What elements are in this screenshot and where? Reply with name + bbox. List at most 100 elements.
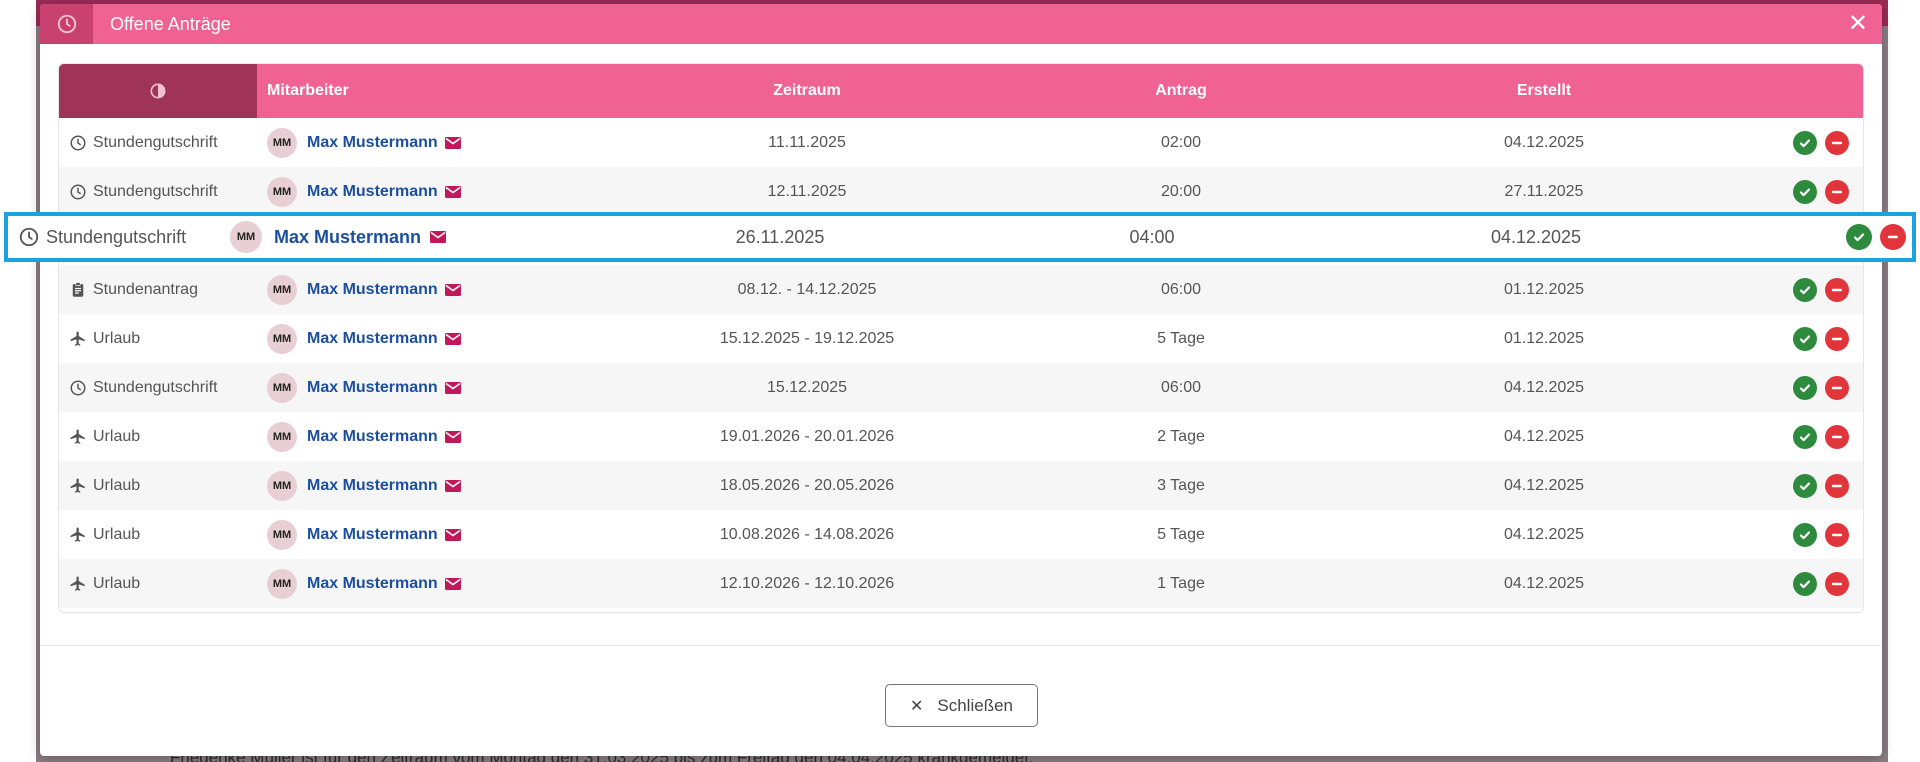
- employee-cell: MM Max Mustermann: [257, 470, 597, 501]
- approve-button[interactable]: [1793, 326, 1817, 351]
- row-actions: [1754, 224, 1912, 250]
- employee-cell: MM Max Mustermann: [226, 221, 574, 253]
- approve-button[interactable]: [1793, 179, 1817, 204]
- row-actions: [1743, 277, 1863, 302]
- table-row[interactable]: Stundengutschrift MM Max Mustermann 15.12.2…: [59, 363, 1863, 412]
- mail-icon[interactable]: [444, 528, 461, 541]
- approve-button[interactable]: [1793, 424, 1817, 449]
- employee-link[interactable]: Max Mustermann: [307, 428, 438, 446]
- reject-button[interactable]: [1825, 424, 1849, 449]
- table-row[interactable]: Stundengutschrift MM Max Mustermann 12.11.2…: [59, 167, 1863, 216]
- employee-link[interactable]: Max Mustermann: [307, 281, 438, 299]
- employee-link[interactable]: Max Mustermann: [307, 379, 438, 397]
- avatar: MM: [267, 176, 297, 207]
- employee-link[interactable]: Max Mustermann: [307, 526, 438, 544]
- approve-button[interactable]: [1793, 473, 1817, 498]
- created-cell: 04.12.2025: [1503, 133, 1585, 151]
- table-row[interactable]: Urlaub MM Max Mustermann 19.01.2026 - 20.01…: [59, 412, 1863, 461]
- created-cell: 01.12.2025: [1503, 280, 1585, 298]
- sort-toggle-icon[interactable]: [59, 64, 257, 118]
- request-amount-cell: 04:00: [1129, 226, 1175, 247]
- period-cell: 15.12.2025: [766, 378, 848, 396]
- approve-button[interactable]: [1793, 522, 1817, 547]
- header-employee[interactable]: Mitarbeiter: [257, 82, 597, 100]
- mail-icon[interactable]: [444, 577, 461, 590]
- request-amount-cell: 06:00: [1160, 280, 1202, 298]
- clock-icon: [69, 183, 87, 201]
- table-body: Stundengutschrift MM Max Mustermann 11.11.2…: [59, 118, 1863, 608]
- reject-button[interactable]: [1825, 571, 1849, 596]
- request-amount-cell: 02:00: [1160, 133, 1202, 151]
- employee-cell: MM Max Mustermann: [257, 519, 597, 550]
- requests-table: Mitarbeiter Zeitraum Antrag Erstellt Stu…: [58, 63, 1864, 613]
- approve-button[interactable]: [1846, 224, 1872, 250]
- request-amount-cell: 06:00: [1160, 378, 1202, 396]
- mail-icon[interactable]: [444, 430, 461, 443]
- table-row[interactable]: Urlaub MM Max Mustermann 15.12.2025 - 19.12…: [59, 314, 1863, 363]
- employee-cell: MM Max Mustermann: [257, 568, 597, 599]
- header-period[interactable]: Zeitraum: [597, 82, 1017, 100]
- avatar: MM: [267, 127, 297, 158]
- employee-cell: MM Max Mustermann: [257, 176, 597, 207]
- request-type-label: Urlaub: [93, 329, 141, 347]
- table-row[interactable]: Urlaub MM Max Mustermann 18.05.2026 - 20.05…: [59, 461, 1863, 510]
- row-actions: [1743, 130, 1863, 155]
- approve-button[interactable]: [1793, 571, 1817, 596]
- reject-button[interactable]: [1825, 130, 1849, 155]
- approve-button[interactable]: [1793, 130, 1817, 155]
- highlighted-row[interactable]: Stundengutschrift MM Max Mustermann 26.11.2…: [4, 212, 1916, 262]
- period-cell: 12.10.2026 - 12.10.2026: [719, 574, 895, 592]
- reject-button[interactable]: [1880, 224, 1906, 250]
- mail-icon[interactable]: [444, 479, 461, 492]
- request-type-label: Stundengutschrift: [93, 133, 218, 151]
- close-button-label: Schließen: [937, 695, 1013, 715]
- request-type-label: Stundengutschrift: [93, 182, 218, 200]
- footer-divider: [40, 645, 1882, 646]
- table-row[interactable]: Urlaub MM Max Mustermann 12.10.2026 - 12.10…: [59, 559, 1863, 608]
- period-cell: 11.11.2025: [768, 133, 846, 151]
- reject-button[interactable]: [1825, 473, 1849, 498]
- header-request[interactable]: Antrag: [1017, 82, 1345, 100]
- table-row[interactable]: Stundenantrag MM Max Mustermann 08.12. - 14…: [59, 265, 1863, 314]
- created-cell: 01.12.2025: [1503, 329, 1585, 347]
- reject-button[interactable]: [1825, 179, 1849, 204]
- request-amount-cell: 20:00: [1160, 182, 1202, 200]
- avatar: MM: [267, 519, 297, 550]
- employee-link[interactable]: Max Mustermann: [274, 227, 421, 248]
- mail-icon[interactable]: [444, 136, 461, 149]
- table-row[interactable]: Urlaub MM Max Mustermann 10.08.2026 - 14.08…: [59, 510, 1863, 559]
- mail-icon[interactable]: [444, 185, 461, 198]
- reject-button[interactable]: [1825, 375, 1849, 400]
- reject-button[interactable]: [1825, 277, 1849, 302]
- period-cell: 12.11.2025: [767, 182, 847, 200]
- reject-button[interactable]: [1825, 522, 1849, 547]
- close-button[interactable]: ✕ Schließen: [885, 684, 1038, 727]
- request-type-label: Urlaub: [93, 476, 141, 494]
- request-type-label: Stundengutschrift: [93, 378, 218, 396]
- header-created[interactable]: Erstellt: [1345, 82, 1743, 100]
- approve-button[interactable]: [1793, 277, 1817, 302]
- request-type: Stundengutschrift: [59, 183, 257, 201]
- mail-icon[interactable]: [430, 231, 447, 243]
- employee-cell: MM Max Mustermann: [257, 274, 597, 305]
- row-actions: [1743, 571, 1863, 596]
- close-icon[interactable]: ✕: [1848, 12, 1868, 36]
- employee-cell: MM Max Mustermann: [257, 372, 597, 403]
- created-cell: 04.12.2025: [1503, 525, 1585, 543]
- mail-icon[interactable]: [444, 283, 461, 296]
- request-type-label: Urlaub: [93, 574, 141, 592]
- reject-button[interactable]: [1825, 326, 1849, 351]
- avatar: MM: [267, 323, 297, 354]
- employee-link[interactable]: Max Mustermann: [307, 183, 438, 201]
- approve-button[interactable]: [1793, 375, 1817, 400]
- request-type: Stundengutschrift: [59, 134, 257, 152]
- mail-icon[interactable]: [444, 332, 461, 345]
- row-actions: [1743, 326, 1863, 351]
- employee-link[interactable]: Max Mustermann: [307, 477, 438, 495]
- mail-icon[interactable]: [444, 381, 461, 394]
- employee-link[interactable]: Max Mustermann: [307, 134, 438, 152]
- employee-link[interactable]: Max Mustermann: [307, 330, 438, 348]
- employee-link[interactable]: Max Mustermann: [307, 575, 438, 593]
- table-row[interactable]: Stundengutschrift MM Max Mustermann 11.11.2…: [59, 118, 1863, 167]
- created-cell: 04.12.2025: [1490, 226, 1582, 247]
